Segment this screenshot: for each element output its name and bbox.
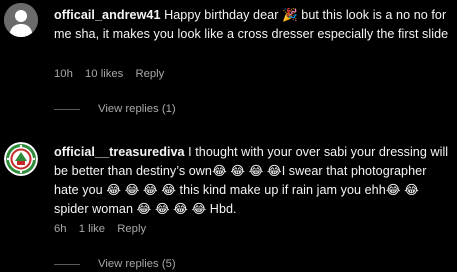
reply-button[interactable]: Reply [135, 68, 164, 80]
comment-text: official__treasurediva I thought with yo… [54, 143, 454, 219]
comment-username[interactable]: officail_andrew41 [54, 8, 161, 22]
default-avatar-icon [4, 3, 38, 37]
view-replies-button[interactable]: View replies (5) [54, 258, 176, 270]
comment-meta: 6h 1 like Reply [54, 223, 155, 235]
view-replies-button[interactable]: View replies (1) [54, 103, 176, 115]
view-replies-label: View replies (1) [98, 103, 176, 115]
comment-text: officail_andrew41 Happy birthday dear 🎉 … [54, 6, 454, 44]
comment-likes[interactable]: 1 like [79, 223, 105, 235]
comment-likes[interactable]: 10 likes [85, 68, 123, 80]
replies-divider [54, 108, 80, 110]
comment-meta: 10h 10 likes Reply [54, 68, 173, 80]
comment-username[interactable]: official__treasurediva [54, 145, 185, 159]
view-replies-label: View replies (5) [98, 258, 176, 270]
comment-time: 10h [54, 68, 73, 80]
avatar[interactable] [4, 3, 38, 37]
avatar[interactable] [4, 142, 38, 176]
replies-divider [54, 263, 80, 265]
reply-button[interactable]: Reply [117, 223, 146, 235]
comment-time: 6h [54, 223, 67, 235]
badge-avatar-icon [4, 142, 38, 176]
